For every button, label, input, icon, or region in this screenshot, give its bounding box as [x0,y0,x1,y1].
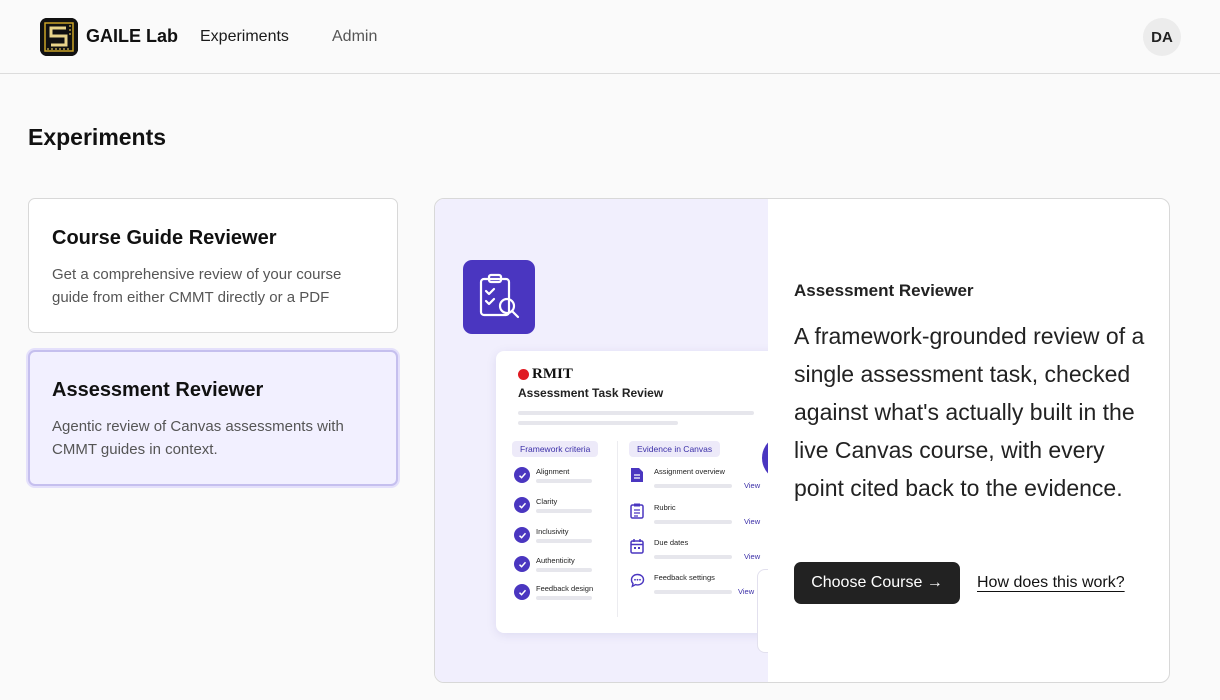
rmit-logo: RMIT [518,366,573,383]
experiment-card-course-guide-reviewer[interactable]: Course Guide Reviewer Get a comprehensiv… [28,198,398,333]
column-divider [617,441,618,617]
chat-icon [630,573,645,593]
brand-name[interactable]: GAILE Lab [86,26,178,47]
check-circle-icon [514,497,530,513]
check-circle-icon [514,584,530,600]
user-avatar[interactable]: DA [1143,18,1181,56]
nav-experiments[interactable]: Experiments [200,28,289,46]
calendar-icon [630,538,644,559]
gaile-lab-logo-icon[interactable] [40,18,78,56]
experiment-card-description: Agentic review of Canvas assessments wit… [52,418,344,458]
decorative-card-shape [757,569,768,653]
placeholder-line [518,421,678,425]
experiment-detail-description: A framework-grounded review of a single … [794,323,1145,501]
clipboard-search-icon [463,260,535,334]
experiment-preview-illustration: RMIT Assessment Task Review Framework cr… [435,199,768,682]
check-circle-icon [514,527,530,543]
framework-criteria-heading: Framework criteria [512,441,599,457]
page-title: Experiments [28,124,167,150]
top-navigation-bar: GAILE Lab Experiments Admin DA [0,0,1220,74]
experiment-card-title: Course Guide Reviewer [52,227,277,249]
choose-course-button[interactable]: Choose Course → [794,562,960,604]
experiment-card-title: Assessment Reviewer [52,379,264,401]
experiment-card-description: Get a comprehensive review of your cours… [52,266,342,306]
rmit-logo-dot-icon [518,369,529,380]
check-circle-icon [514,467,530,483]
nav-admin[interactable]: Admin [332,28,377,46]
evidence-heading: Evidence in Canvas [629,441,721,457]
checklist-icon [630,503,644,524]
mockup-title: Assessment Task Review [518,386,664,400]
experiment-detail-panel: RMIT Assessment Task Review Framework cr… [434,198,1170,683]
check-circle-icon [514,556,530,572]
document-icon [630,467,644,488]
experiment-detail-title: Assessment Reviewer [794,281,974,300]
placeholder-line [518,411,754,415]
assessment-review-mockup: RMIT Assessment Task Review Framework cr… [496,351,768,633]
experiment-card-assessment-reviewer[interactable]: Assessment Reviewer Agentic review of Ca… [28,350,398,486]
how-does-this-work-link[interactable]: How does this work? [977,574,1125,592]
